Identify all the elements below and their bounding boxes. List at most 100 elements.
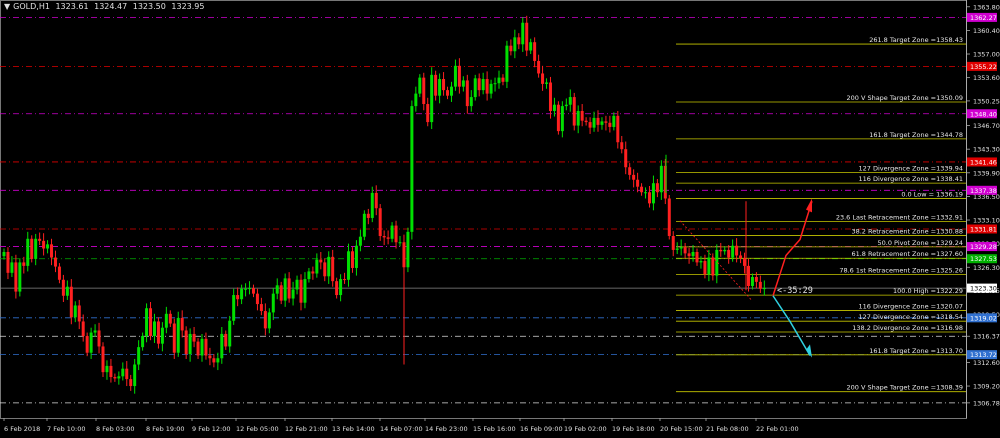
- candle-body: [267, 312, 271, 329]
- candle-body: [651, 183, 655, 204]
- candle-body: [251, 288, 255, 294]
- candle-body: [311, 271, 315, 274]
- candle-body: [640, 186, 644, 193]
- candle-body: [659, 165, 663, 193]
- candle-body: [758, 281, 762, 289]
- candle-body: [493, 83, 497, 85]
- candle-body: [402, 242, 406, 268]
- candle-body: [152, 321, 156, 337]
- candle-body: [184, 330, 188, 355]
- candle-body: [683, 247, 687, 254]
- high-value: 1324.47: [94, 2, 128, 11]
- candle-body: [628, 167, 632, 175]
- candle-body: [477, 78, 481, 91]
- candle-body: [612, 115, 616, 127]
- candle-body: [46, 244, 50, 249]
- candle-body: [453, 65, 457, 87]
- candle-body: [596, 117, 600, 125]
- bullish-projection-arrow: [772, 201, 813, 296]
- candle-body: [691, 251, 695, 257]
- candle-body: [85, 336, 89, 353]
- candle-body: [307, 271, 311, 280]
- candle-body: [370, 192, 374, 218]
- candle-body: [679, 247, 683, 249]
- candle-body: [176, 317, 180, 353]
- candle-body: [687, 253, 691, 257]
- candle-body: [97, 330, 101, 347]
- zone-label: 100.0 High =1322.29: [893, 287, 963, 295]
- candle-body: [564, 104, 568, 107]
- zone-label: 200 V Shape Target Zone =1350.09: [846, 94, 963, 102]
- candle-body: [188, 333, 192, 355]
- zone-label: 127 Divergence Zone =1318.54: [858, 313, 963, 321]
- candle-body: [398, 242, 402, 244]
- candle-body: [53, 257, 57, 267]
- price-chart[interactable]: 261.8 Target Zone =1358.43 200 V Shape Ta…: [0, 0, 1000, 438]
- zone-label: 116 Divergence Zone =1320.07: [858, 303, 963, 311]
- candle-body: [406, 231, 410, 268]
- candle-body: [287, 278, 291, 299]
- candle-body: [180, 317, 184, 331]
- candle-body: [61, 279, 65, 296]
- candle-body: [644, 192, 648, 194]
- candle-body: [69, 286, 73, 318]
- candle-body: [707, 257, 711, 275]
- candle-body: [208, 355, 212, 359]
- candle-body: [489, 83, 493, 94]
- trend-dotted-line: [679, 220, 753, 301]
- candle-body: [461, 80, 465, 87]
- open-value: 1323.61: [55, 2, 89, 11]
- chart-window[interactable]: 261.8 Target Zone =1358.43 200 V Shape Ta…: [0, 0, 1000, 438]
- candle-body: [168, 313, 172, 324]
- candle-body: [739, 255, 743, 259]
- candle-body: [105, 365, 109, 373]
- candle-body: [497, 77, 501, 84]
- candle-body: [735, 245, 739, 256]
- candle-body: [576, 110, 580, 126]
- candle-body: [632, 174, 636, 180]
- close-value: 1323.95: [171, 2, 205, 11]
- candle-body: [2, 251, 6, 257]
- menu-arrow-icon[interactable]: ▼: [4, 2, 10, 11]
- candle-body: [200, 338, 204, 356]
- candle-body: [366, 213, 370, 218]
- candle-body: [390, 225, 394, 239]
- candle-body: [438, 79, 442, 96]
- candle-body: [418, 77, 422, 94]
- candle-body: [667, 198, 671, 237]
- candle-body: [485, 79, 489, 94]
- candle-body: [358, 236, 362, 246]
- candle-body: [240, 288, 244, 300]
- y-tick-label: 1363.80: [973, 3, 1000, 11]
- low-value: 1323.50: [132, 2, 166, 11]
- candle-body: [315, 259, 319, 274]
- zone-label: 161.8 Target Zone =1344.78: [869, 131, 963, 139]
- candle-body: [762, 288, 766, 290]
- candle-body: [624, 149, 628, 168]
- candle-body: [295, 279, 299, 290]
- zone-label: 116 Divergence Zone =1338.41: [858, 175, 963, 183]
- candle-body: [350, 251, 354, 268]
- candle-body: [109, 365, 113, 378]
- candle-body: [121, 368, 125, 377]
- x-tick-label: 14 Feb 07:00: [380, 425, 423, 433]
- candle-body: [22, 262, 26, 266]
- candle-body: [137, 347, 141, 365]
- candle-body: [323, 262, 327, 277]
- x-tick-label: 6 Feb 2018: [4, 425, 40, 433]
- candle-body: [26, 238, 30, 266]
- price-badge-label: 1362.27: [970, 14, 997, 22]
- candle-body: [335, 281, 339, 296]
- symbol-label: GOLD,H1: [13, 2, 50, 11]
- candle-body: [347, 251, 351, 280]
- candle-body: [719, 249, 723, 252]
- candle-body: [548, 82, 552, 111]
- candle-body: [244, 288, 248, 290]
- x-tick-label: 20 Feb 15:00: [660, 425, 703, 433]
- candle-body: [248, 288, 252, 290]
- price-badge-label: 1329.28: [970, 243, 997, 251]
- candle-body: [378, 208, 382, 237]
- plot-frame: [0, 0, 967, 419]
- candle-body: [299, 279, 303, 303]
- y-tick-label: 1357.00: [973, 51, 1000, 59]
